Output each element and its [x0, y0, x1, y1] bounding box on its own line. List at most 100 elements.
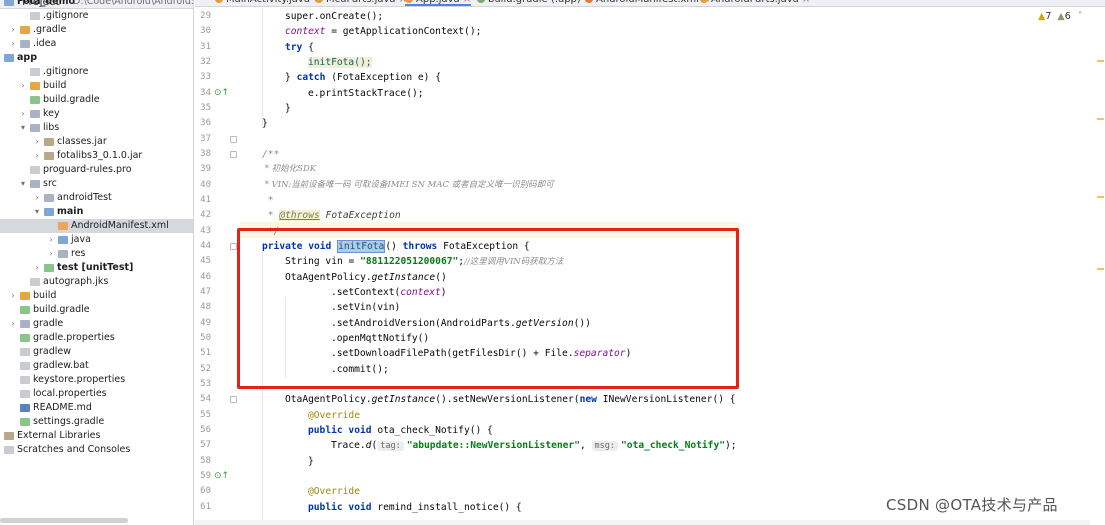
error-stripe[interactable]	[1090, 8, 1105, 525]
fold-toggle-icon[interactable]	[230, 136, 237, 143]
override-marker-icon[interactable]: ⊙↑	[214, 471, 229, 481]
line-number[interactable]: 43	[195, 224, 211, 239]
chevron-right-icon[interactable]: ›	[0, 429, 1, 443]
tree-item-androidmanifest-xml[interactable]: AndroidManifest.xml	[0, 219, 193, 233]
tree-item-build[interactable]: › build	[0, 289, 193, 303]
line-number[interactable]: 40	[195, 178, 211, 193]
close-icon[interactable]: ×	[799, 0, 810, 5]
line-number[interactable]: 38	[195, 147, 211, 162]
tab-build-gradle-app[interactable]: build.gradle (:app) ×	[477, 0, 592, 6]
tree-item-keystore-properties[interactable]: keystore.properties	[0, 373, 193, 387]
tree-item-test-unittest[interactable]: › test [unitTest]	[0, 261, 193, 275]
chevron-down-icon[interactable]: ▾	[0, 0, 1, 9]
tree-item-androidtest[interactable]: › androidTest	[0, 191, 193, 205]
tree-item-fotalibs3-0-1-0-jar[interactable]: › fotalibs3_0.1.0.jar	[0, 149, 193, 163]
tree-item-app[interactable]: ▾ app	[0, 51, 193, 65]
tree-item-readme-md[interactable]: README.md	[0, 401, 193, 415]
chevron-down-icon[interactable]: ▾	[0, 51, 1, 65]
line-number[interactable]: 58	[195, 454, 211, 469]
chevron-right-icon[interactable]: ›	[47, 247, 55, 261]
chevron-right-icon[interactable]: ›	[33, 135, 41, 149]
chevron-right-icon[interactable]: ›	[9, 317, 17, 331]
line-number[interactable]: 53	[195, 377, 211, 392]
line-number[interactable]: 59	[195, 469, 211, 484]
fold-toggle-icon[interactable]	[230, 243, 237, 250]
tree-item-res[interactable]: › res	[0, 247, 193, 261]
line-number[interactable]: 61	[195, 500, 211, 515]
tree-item-gitignore[interactable]: .gitignore	[0, 65, 193, 79]
chevron-right-icon[interactable]: ›	[33, 149, 41, 163]
line-number[interactable]: 54	[195, 392, 211, 407]
tab-androidmanifest-xml[interactable]: AndroidManifest.xml ×	[585, 0, 711, 6]
line-number[interactable]: 46	[195, 270, 211, 285]
fold-toggle-icon[interactable]	[230, 396, 237, 403]
line-number[interactable]: 33	[195, 70, 211, 85]
tab-app-java[interactable]: App.java ×	[405, 0, 472, 6]
chevron-right-icon[interactable]: ›	[9, 23, 17, 37]
chevron-right-icon[interactable]: ›	[33, 191, 41, 205]
warning-stripe-mark[interactable]	[1097, 196, 1104, 198]
line-number[interactable]: 36	[195, 116, 211, 131]
tree-item-src[interactable]: ▾ src	[0, 177, 193, 191]
line-number[interactable]: 35	[195, 101, 211, 116]
chevron-right-icon[interactable]: ›	[0, 443, 1, 457]
tree-item-main[interactable]: ▾ main	[0, 205, 193, 219]
tree-item-external-libraries[interactable]: › External Libraries	[0, 429, 193, 443]
line-number[interactable]: 50	[195, 331, 211, 346]
line-number[interactable]: 51	[195, 346, 211, 361]
line-number[interactable]: 49	[195, 316, 211, 331]
tab-androidparts-java[interactable]: AndroidParts.java ×	[700, 0, 810, 6]
tree-item-gitignore[interactable]: .gitignore	[0, 9, 193, 23]
chevron-down-icon[interactable]: ▾	[33, 205, 41, 219]
tree-item-scratches-and-consoles[interactable]: › Scratches and Consoles	[0, 443, 193, 457]
line-number[interactable]: 44	[195, 239, 211, 254]
tree-item-build[interactable]: › build	[0, 79, 193, 93]
line-number[interactable]: 39	[195, 162, 211, 177]
line-number[interactable]: 30	[195, 24, 211, 39]
tree-item-proguard-rules-pro[interactable]: proguard-rules.pro	[0, 163, 193, 177]
chevron-down-icon[interactable]: ▾	[19, 177, 27, 191]
chevron-right-icon[interactable]: ›	[9, 289, 17, 303]
chevron-right-icon[interactable]: ›	[9, 37, 17, 51]
tree-item-build-gradle[interactable]: build.gradle	[0, 93, 193, 107]
chevron-right-icon[interactable]: ›	[19, 107, 27, 121]
chevron-right-icon[interactable]: ›	[47, 233, 55, 247]
chevron-right-icon[interactable]: ›	[33, 261, 41, 275]
line-number[interactable]: 48	[195, 300, 211, 315]
line-number[interactable]: 47	[195, 285, 211, 300]
tree-item-classes-jar[interactable]: › classes.jar	[0, 135, 193, 149]
line-number[interactable]: 34	[195, 86, 211, 101]
line-number[interactable]: 45	[195, 254, 211, 269]
tree-item-local-properties[interactable]: local.properties	[0, 387, 193, 401]
chevron-up-icon[interactable]: ˄	[1078, 11, 1083, 22]
fold-toggle-icon[interactable]	[230, 151, 237, 158]
tree-item-gradle[interactable]: › .gradle	[0, 23, 193, 37]
line-number[interactable]: 52	[195, 362, 211, 377]
tree-item-settings-gradle[interactable]: settings.gradle	[0, 415, 193, 429]
chevron-right-icon[interactable]: ›	[19, 79, 27, 93]
sidebar-horizontal-scrollbar[interactable]	[0, 518, 128, 523]
line-number[interactable]: 41	[195, 193, 211, 208]
close-icon[interactable]: ×	[460, 0, 471, 5]
chevron-down-icon[interactable]: ▾	[19, 121, 27, 135]
line-number[interactable]: 60	[195, 484, 211, 499]
tab-mcuparts-java[interactable]: McuParts.java ×	[315, 0, 407, 6]
warning-stripe-mark[interactable]	[1097, 60, 1104, 62]
tree-item-gradle[interactable]: › gradle	[0, 317, 193, 331]
inspection-widget[interactable]: ▲7 ▲6 ˄	[1038, 11, 1083, 22]
line-number[interactable]: 32	[195, 55, 211, 70]
line-number[interactable]: 31	[195, 40, 211, 55]
tree-item-libs[interactable]: ▾ libs	[0, 121, 193, 135]
tree-item-gradle-properties[interactable]: gradle.properties	[0, 331, 193, 345]
line-number[interactable]: 29	[195, 9, 211, 24]
tree-item-fota-demo[interactable]: ▾ Fota_demoD:\Code\Android\AndroidSt	[0, 0, 193, 9]
line-number[interactable]: 42	[195, 208, 211, 223]
tree-item-idea[interactable]: › .idea	[0, 37, 193, 51]
warning-stripe-mark[interactable]	[1097, 118, 1104, 120]
tab-mainactivity-java[interactable]: MainActivity.java ×	[215, 0, 322, 6]
line-number[interactable]: 57	[195, 438, 211, 453]
warning-stripe-mark[interactable]	[1097, 268, 1104, 270]
tree-item-autograph-jks[interactable]: autograph.jks	[0, 275, 193, 289]
editor-horizontal-scrollbar[interactable]	[195, 520, 1090, 525]
override-marker-icon[interactable]: ⊙↑	[214, 88, 229, 98]
